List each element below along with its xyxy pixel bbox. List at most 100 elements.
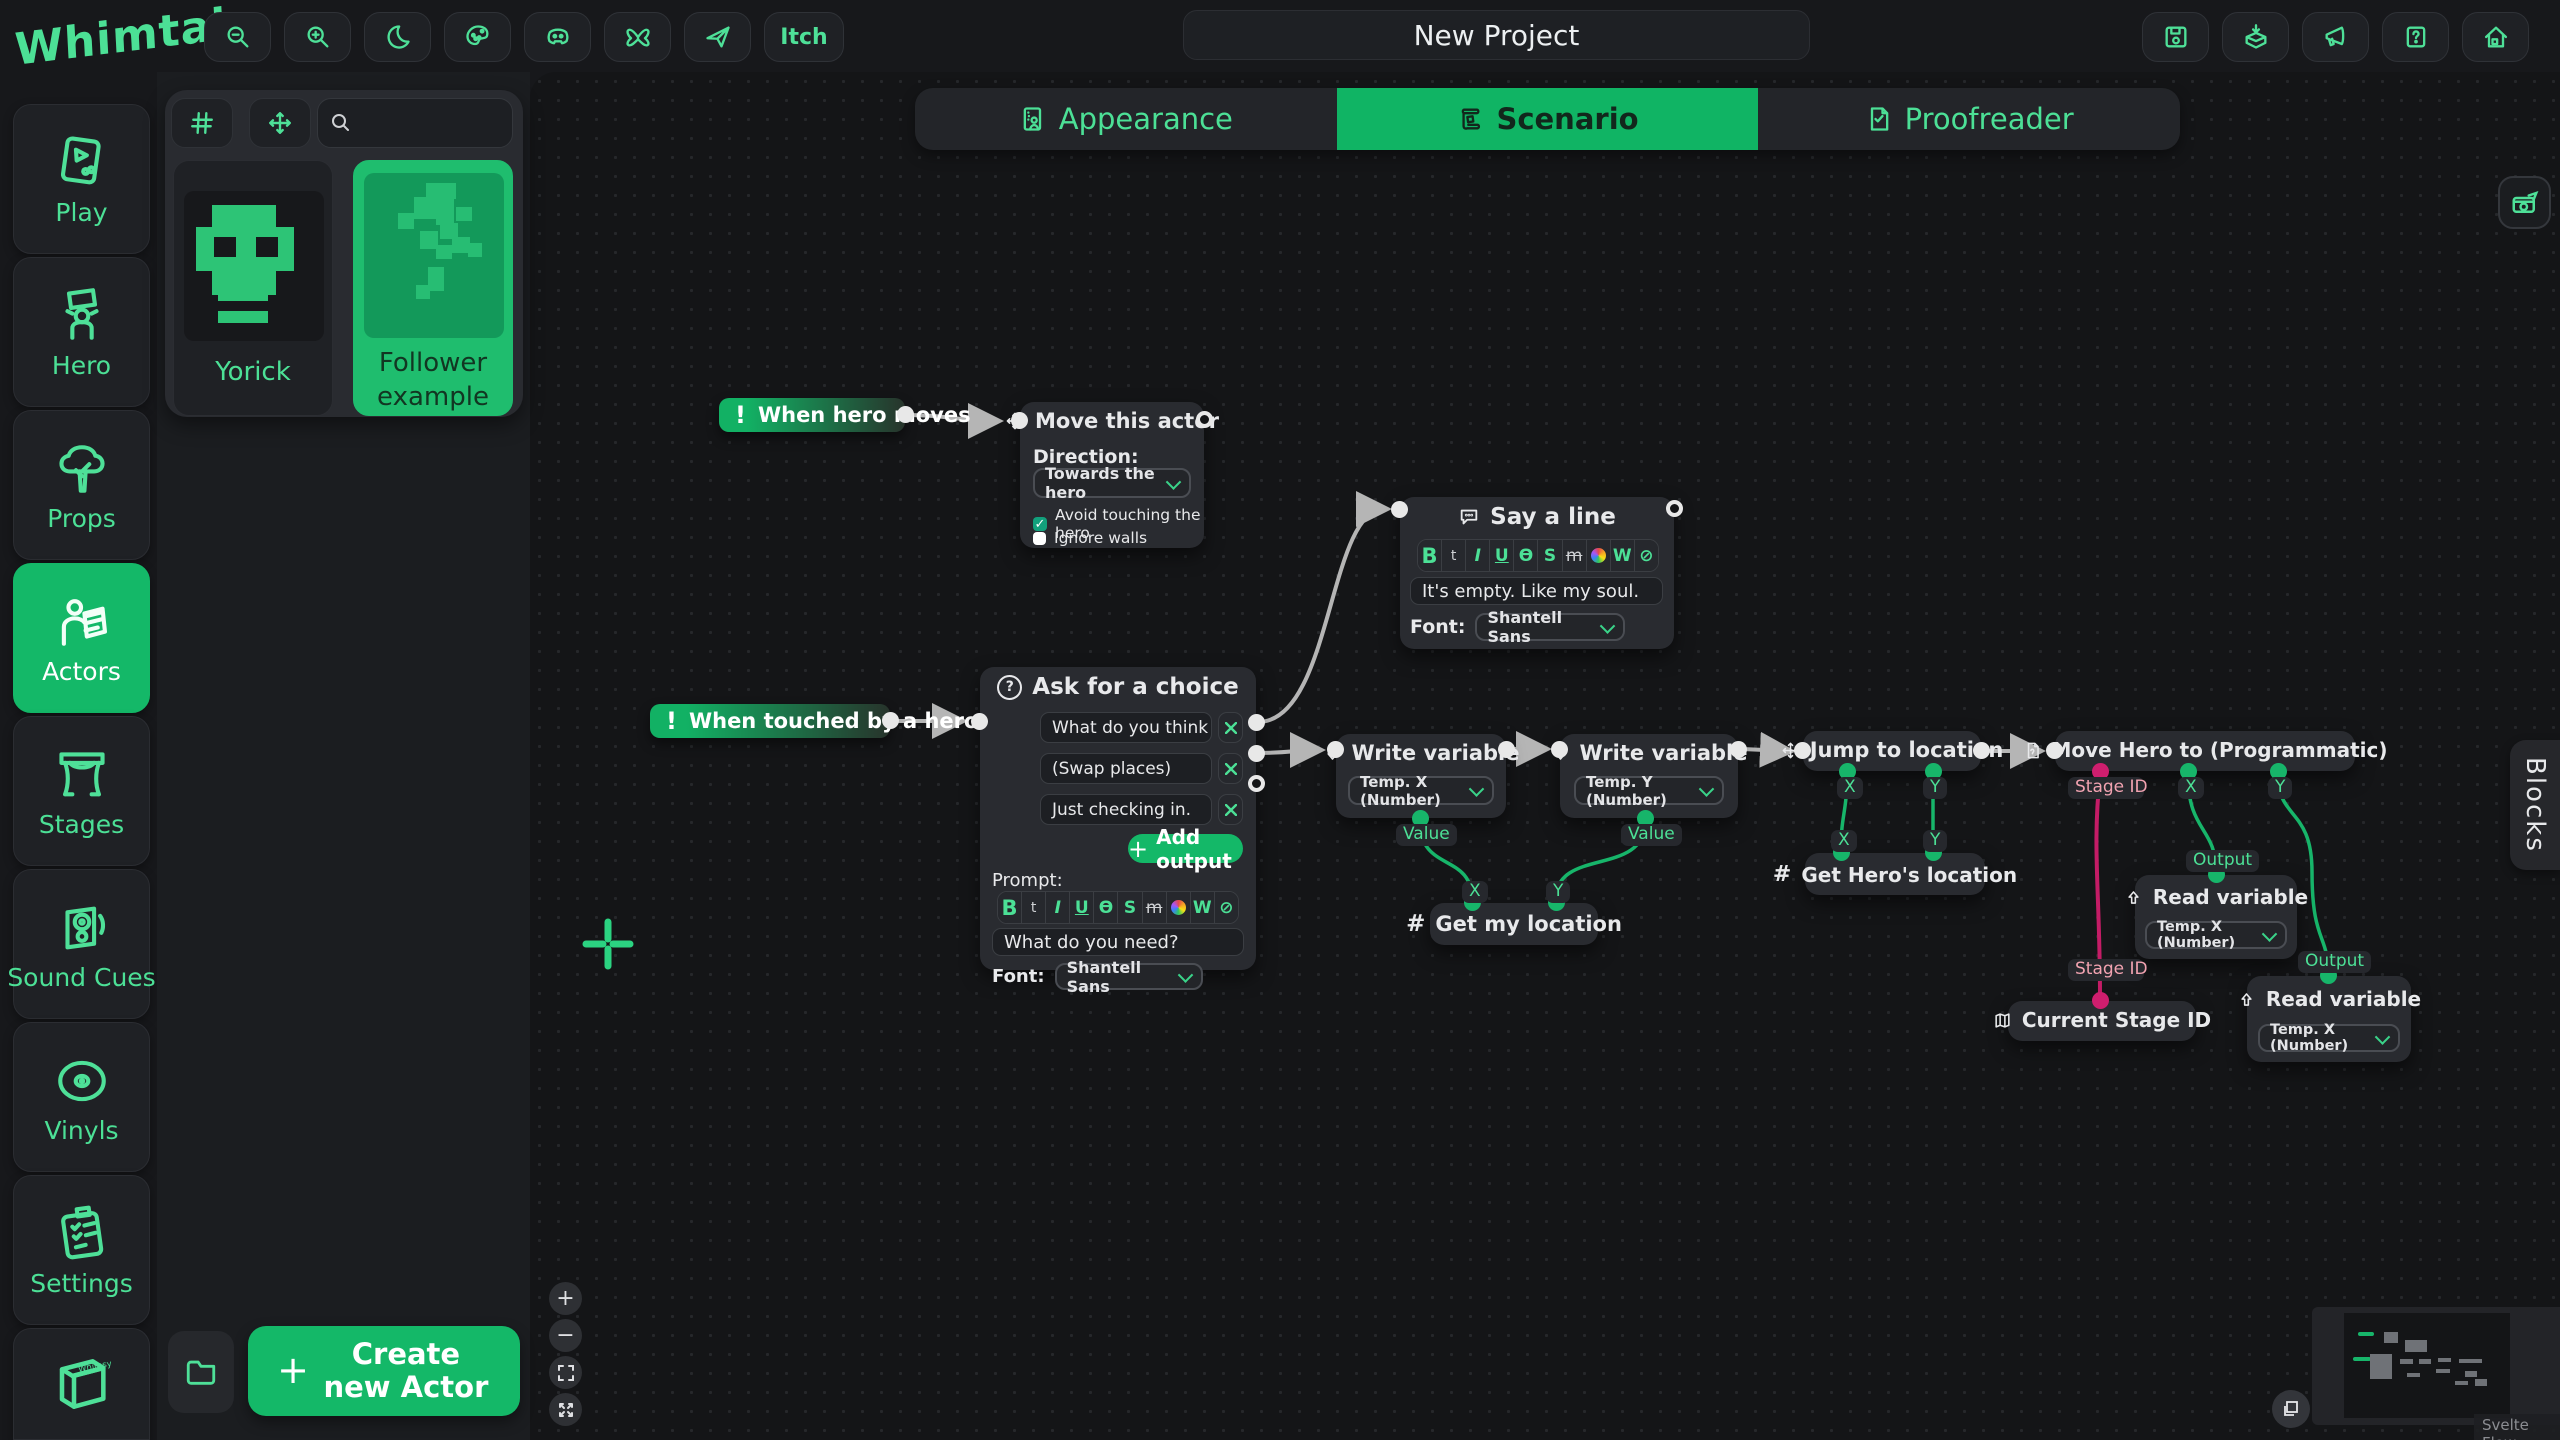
node-move-this-actor[interactable]: Move this actor Direction: Towards the h…: [1020, 402, 1204, 548]
announcements-button[interactable]: [2302, 12, 2369, 62]
export-image-button[interactable]: [2498, 176, 2551, 229]
node-say-a-line[interactable]: Say a line B t I U Ɵ S m W ⊘ It's empty.…: [1400, 497, 1674, 649]
create-new-actor-button[interactable]: + Create new Actor: [248, 1326, 520, 1416]
blocks-panel-tab[interactable]: Blocks: [2510, 740, 2560, 870]
node-write-variable-x[interactable]: Write variable Temp. X (Number): [1336, 734, 1506, 818]
night-mode-button[interactable]: [364, 12, 431, 62]
wave-button[interactable]: S: [1118, 892, 1142, 923]
sidebar-item-actors[interactable]: Actors: [13, 563, 150, 713]
butterfly-button[interactable]: [604, 12, 671, 62]
output-handle[interactable]: [882, 712, 899, 729]
rainbow-color-button[interactable]: [1167, 892, 1191, 923]
choice-output-handle-3[interactable]: [1248, 775, 1265, 792]
underline-button[interactable]: U: [1490, 540, 1514, 571]
node-jump-to-location[interactable]: Jump to location: [1803, 731, 1981, 771]
direction-dropdown[interactable]: Towards the hero: [1033, 468, 1191, 498]
fit-view-button[interactable]: [549, 1356, 582, 1389]
variable-dropdown[interactable]: Temp. X (Number): [1348, 776, 1494, 805]
variable-dropdown[interactable]: Temp. X (Number): [2145, 921, 2287, 949]
strike-o-button[interactable]: Ɵ: [1514, 540, 1538, 571]
tab-proofreader[interactable]: Proofreader: [1758, 88, 2180, 150]
sidebar-item-play[interactable]: Play: [13, 104, 150, 254]
minimap[interactable]: [2312, 1307, 2560, 1425]
strike-o-button[interactable]: Ɵ: [1094, 892, 1118, 923]
sidebar-item-hero[interactable]: Hero: [13, 257, 150, 407]
variable-dropdown[interactable]: Temp. X (Number): [2258, 1024, 2400, 1052]
font-dropdown[interactable]: Shantell Sans: [1475, 613, 1625, 641]
trigger-when-hero-moves[interactable]: ! When hero moves: [719, 398, 905, 432]
small-text-button[interactable]: t: [1442, 540, 1466, 571]
input-handle[interactable]: [1391, 501, 1408, 518]
sidebar-item-sound-cues[interactable]: Sound Cues: [13, 869, 150, 1019]
input-handle[interactable]: [971, 713, 988, 730]
italic-button[interactable]: I: [1466, 540, 1490, 571]
variable-dropdown[interactable]: Temp. Y (Number): [1574, 776, 1724, 805]
tab-scenario[interactable]: Scenario: [1337, 88, 1759, 150]
actor-card-follower-example[interactable]: Follower example: [353, 160, 513, 416]
zoom-out-canvas-button[interactable]: −: [549, 1319, 582, 1352]
help-button[interactable]: [2382, 12, 2449, 62]
choice-output-handle-1[interactable]: [1248, 714, 1265, 731]
output-handle[interactable]: [1498, 741, 1515, 758]
delete-choice-button[interactable]: [1218, 712, 1243, 743]
node-read-variable-2[interactable]: Read variable Temp. X (Number): [2247, 976, 2411, 1062]
home-button[interactable]: [2462, 12, 2529, 62]
underline-button[interactable]: U: [1070, 892, 1094, 923]
output-handle[interactable]: [897, 406, 914, 423]
zoom-in-button[interactable]: [284, 12, 351, 62]
share-button[interactable]: [684, 12, 751, 62]
ignore-walls-checkbox-row[interactable]: Ignore walls: [1033, 529, 1147, 547]
output-handle[interactable]: [1666, 500, 1683, 517]
actor-card-yorick[interactable]: Yorick: [173, 160, 333, 416]
save-button[interactable]: [2142, 12, 2209, 62]
node-read-variable-1[interactable]: Read variable Temp. X (Number): [2135, 875, 2297, 959]
strikethrough-button[interactable]: m: [1143, 892, 1167, 923]
sidebar-item-props[interactable]: Props: [13, 410, 150, 560]
sidebar-item-whimsy[interactable]: Whimsy: [13, 1328, 150, 1440]
discord-button[interactable]: [524, 12, 591, 62]
input-handle[interactable]: [1551, 741, 1568, 758]
svelte-flow-attribution[interactable]: Svelte Flow: [2474, 1414, 2560, 1440]
move-mode-button[interactable]: [249, 98, 311, 148]
wavy-w-button[interactable]: W: [1191, 892, 1215, 923]
rainbow-color-button[interactable]: [1587, 540, 1611, 571]
bold-button[interactable]: B: [1418, 540, 1442, 571]
output-handle[interactable]: [1973, 742, 1990, 759]
expand-button[interactable]: [549, 1393, 582, 1426]
choice-input-2[interactable]: (Swap places): [1040, 753, 1212, 784]
trigger-when-touched-by-hero[interactable]: ! When touched by a hero: [650, 704, 890, 738]
input-handle[interactable]: [2046, 742, 2063, 759]
sidebar-item-stages[interactable]: Stages: [13, 716, 150, 866]
node-write-variable-y[interactable]: Write variable Temp. Y (Number): [1560, 734, 1738, 818]
wavy-w-button[interactable]: W: [1611, 540, 1635, 571]
project-title[interactable]: New Project: [1183, 10, 1810, 60]
strikethrough-button[interactable]: m: [1563, 540, 1587, 571]
import-button[interactable]: [2222, 12, 2289, 62]
line-text-input[interactable]: It's empty. Like my soul.: [1410, 577, 1663, 605]
choice-input-1[interactable]: What do you think about: [1040, 712, 1212, 743]
delete-choice-button[interactable]: [1218, 794, 1243, 825]
clear-format-button[interactable]: ⊘: [1215, 892, 1238, 923]
choice-output-handle-2[interactable]: [1248, 745, 1265, 762]
stage-id-output-handle[interactable]: [2092, 992, 2109, 1009]
delete-choice-button[interactable]: [1218, 753, 1243, 784]
node-current-stage-id[interactable]: Current Stage ID: [2008, 1001, 2196, 1041]
output-handle[interactable]: [1196, 411, 1213, 428]
node-get-my-location[interactable]: # Get my location: [1430, 903, 1598, 945]
italic-button[interactable]: I: [1046, 892, 1070, 923]
choice-input-3[interactable]: Just checking in.: [1040, 794, 1212, 825]
bold-button[interactable]: B: [998, 892, 1022, 923]
node-ask-for-a-choice[interactable]: ? Ask for a choice What do you think abo…: [980, 667, 1256, 970]
input-handle[interactable]: [1794, 742, 1811, 759]
node-get-heros-location[interactable]: # Get Hero's location: [1805, 853, 1985, 895]
checkbox-unchecked-icon[interactable]: [1033, 532, 1046, 545]
sidebar-item-settings[interactable]: Settings: [13, 1175, 150, 1325]
actor-folder-button[interactable]: [168, 1331, 234, 1413]
font-dropdown[interactable]: Shantell Sans: [1055, 963, 1203, 990]
zoom-out-button[interactable]: [204, 12, 271, 62]
tab-appearance[interactable]: Appearance: [915, 88, 1337, 150]
itch-button[interactable]: Itch: [764, 12, 844, 62]
theme-palette-button[interactable]: [444, 12, 511, 62]
zoom-in-canvas-button[interactable]: +: [549, 1282, 582, 1315]
node-move-hero-programmatic[interactable]: Move Hero to (Programmatic): [2055, 731, 2355, 771]
